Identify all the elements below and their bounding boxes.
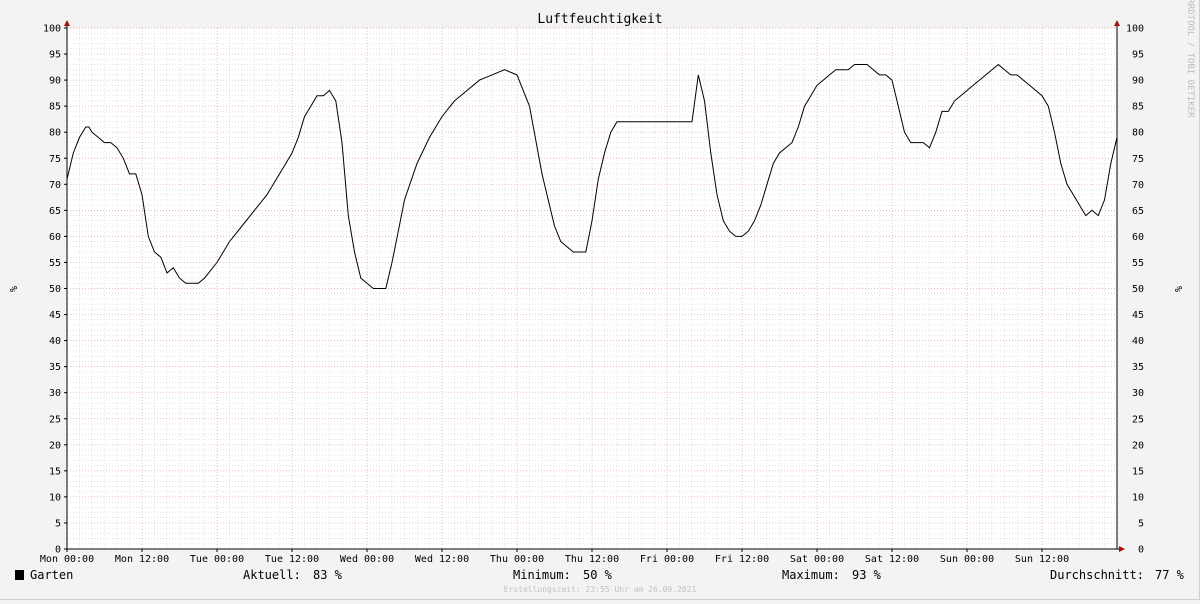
x-tick-label: Sat 12:00	[865, 554, 919, 565]
creation-timestamp: Erstellungszeit: 23:55 Uhr am 26.09.2021	[504, 585, 697, 594]
x-tick-label: Fri 00:00	[640, 554, 694, 565]
x-tick-label: Sun 12:00	[1015, 554, 1069, 565]
y-tick-label: 65	[49, 206, 61, 217]
legend-min-label: Minimum:	[513, 568, 571, 582]
y-tick-label-right: 35	[1132, 362, 1144, 373]
x-tick-label: Wed 12:00	[415, 554, 469, 565]
x-tick-label: Mon 00:00	[40, 554, 94, 565]
y-tick-label-right: 80	[1132, 128, 1144, 139]
y-tick-label-right: 90	[1132, 76, 1144, 87]
legend-max-label: Maximum:	[782, 568, 840, 582]
y-tick-label: 75	[49, 154, 61, 165]
y-tick-label: 45	[49, 310, 61, 321]
x-tick-label: Tue 12:00	[265, 554, 319, 565]
y-tick-label: 95	[49, 50, 61, 61]
chart-svg: Luftfeuchtigkeit 0 5 10 15 20 25 30 35 40 45 50 55 6…	[7, 0, 1195, 594]
y-tick-label-right: 70	[1132, 180, 1144, 191]
y-tick-label-right: 20	[1132, 440, 1144, 451]
y-tick-label-right: 95	[1132, 50, 1144, 61]
y-axis-arrow-right	[1114, 20, 1120, 26]
y-tick-label: 50	[49, 284, 61, 295]
legend-swatch-garten	[15, 570, 24, 580]
y-tick-label: 20	[49, 440, 61, 451]
y-tick-labels-left: 0510152025303540455055606570758085909510…	[43, 24, 61, 556]
y-axis-label-left: %	[7, 286, 18, 292]
chart-title: Luftfeuchtigkeit	[537, 12, 662, 27]
y-tick-label: 60	[49, 232, 61, 243]
x-tick-label: Tue 00:00	[190, 554, 244, 565]
y-tick-label-right: 15	[1132, 466, 1144, 477]
y-tick-label-right: 45	[1132, 310, 1144, 321]
y-tick-label: 35	[49, 362, 61, 373]
x-tick-label: Fri 12:00	[715, 554, 769, 565]
y-tick-label: 80	[49, 128, 61, 139]
y-tick-label: 10	[49, 492, 61, 503]
y-tick-label-right: 0	[1138, 545, 1144, 556]
y-tick-label-right: 85	[1132, 102, 1144, 113]
y-tick-label-right: 30	[1132, 388, 1144, 399]
y-tick-label-right: 40	[1132, 336, 1144, 347]
y-tick-label-right: 60	[1132, 232, 1144, 243]
y-tick-label: 90	[49, 76, 61, 87]
y-tick-label: 15	[49, 466, 61, 477]
y-tick-label: 30	[49, 388, 61, 399]
x-tick-labels: Mon 00:00 Mon 12:00 Tue 00:00 Tue 12:00 Wed …	[40, 554, 1069, 565]
y-tick-label-right: 100	[1126, 24, 1144, 35]
x-tick-label: Wed 00:00	[340, 554, 394, 565]
y-tick-label: 5	[55, 518, 61, 529]
x-tick-label: Thu 00:00	[490, 554, 544, 565]
y-tick-label-right: 5	[1138, 518, 1144, 529]
legend-current-value: 83 %	[313, 568, 343, 582]
y-tick-label-right: 65	[1132, 206, 1144, 217]
x-tick-label: Mon 12:00	[115, 554, 169, 565]
x-tick-label: Sat 00:00	[790, 554, 844, 565]
y-tick-label-right: 75	[1132, 154, 1144, 165]
y-tick-label: 100	[43, 24, 61, 35]
chart-frame: Luftfeuchtigkeit 0 5 10 15 20 25 30 35 40 45 50 55 6…	[0, 0, 1200, 600]
y-tick-label-right: 55	[1132, 258, 1144, 269]
x-tick-label: Sun 00:00	[940, 554, 994, 565]
legend-current-label: Aktuell:	[243, 568, 301, 582]
legend-avg-label: Durchschnitt:	[1050, 568, 1144, 582]
legend-max-value: 93 %	[852, 568, 882, 582]
y-tick-label: 85	[49, 102, 61, 113]
y-tick-labels-right: 0 5 10 15 20 25 30 35 40 45 50 55 60 65 70 75 80 85 90 95 10…	[1126, 24, 1144, 556]
y-tick-label: 70	[49, 180, 61, 191]
y-axis-label-right: %	[1172, 286, 1183, 292]
y-tick-label-right: 25	[1132, 414, 1144, 425]
legend-min-value: 50 %	[583, 568, 613, 582]
y-axis-arrow-left	[64, 20, 70, 26]
y-tick-label: 25	[49, 414, 61, 425]
y-tick-label-right: 10	[1132, 492, 1144, 503]
legend-avg-value: 77 %	[1155, 568, 1185, 582]
y-tick-label-right: 50	[1132, 284, 1144, 295]
y-tick-label: 55	[49, 258, 61, 269]
x-axis-arrow	[1119, 546, 1125, 552]
x-tick-label: Thu 12:00	[565, 554, 619, 565]
rrdtool-watermark: RRDTOOL / TOBI OETIKER	[1185, 0, 1195, 118]
legend-series-name: Garten	[30, 568, 73, 582]
y-tick-label: 40	[49, 336, 61, 347]
